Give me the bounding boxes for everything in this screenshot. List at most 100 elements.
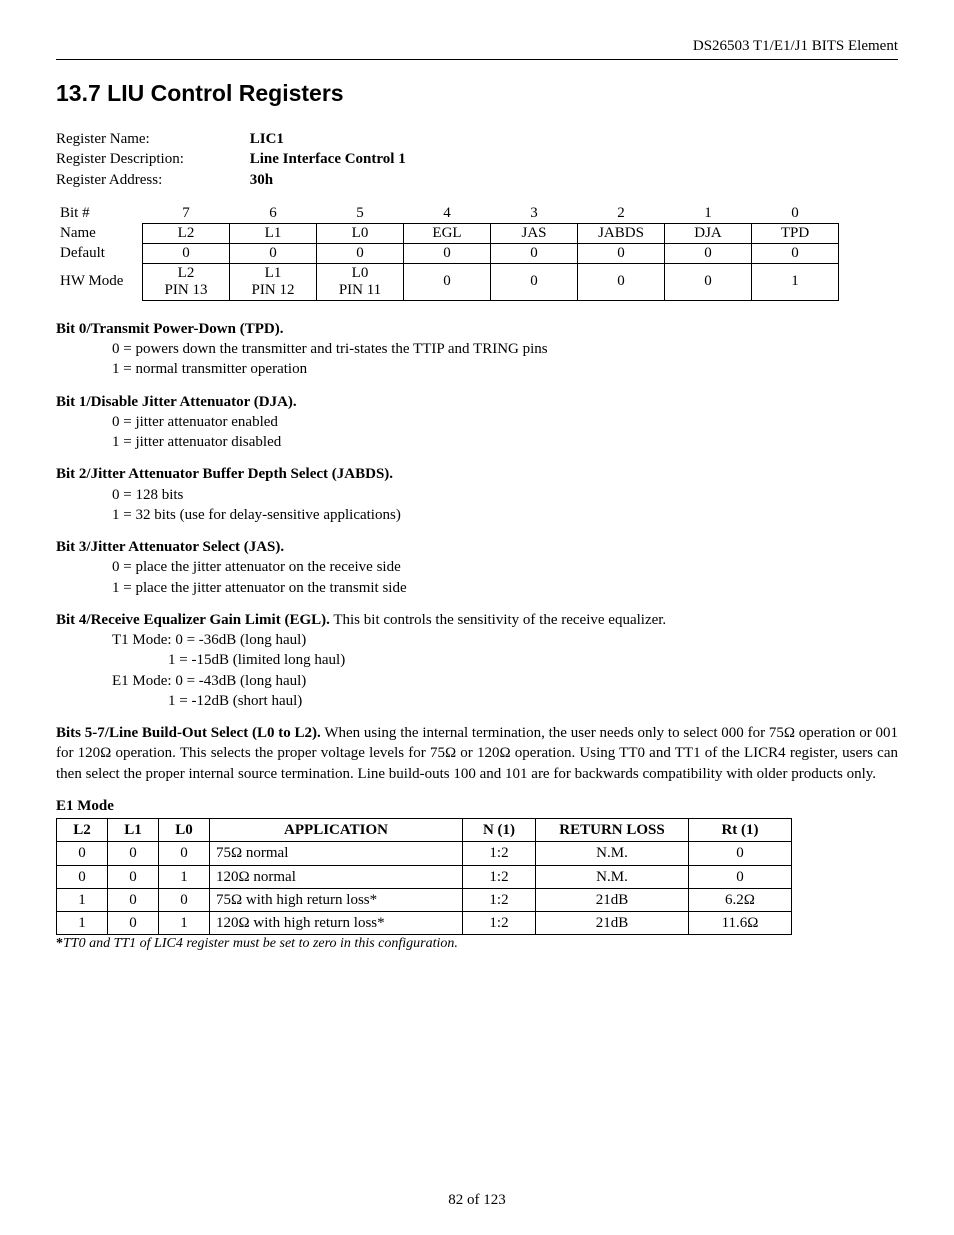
- e1-r1-app: 120Ω normal: [210, 865, 463, 888]
- e1-r3-l1: 0: [108, 912, 159, 935]
- bit-hw-0: 1: [752, 263, 839, 300]
- e1-r3-l2: 1: [57, 912, 108, 935]
- bits-label-bit: Bit #: [56, 204, 143, 224]
- e1-h-l0: L0: [159, 819, 210, 842]
- bit-name-4: EGL: [404, 223, 491, 243]
- bit57-title: Bits 5-7/Line Build-Out Select (L0 to L2…: [56, 725, 321, 741]
- bit-hw-5: L0PIN 11: [317, 263, 404, 300]
- bit1-line0: 0 = jitter attenuator enabled: [112, 412, 898, 432]
- reg-addr: 30h: [250, 172, 273, 188]
- e1-r0-app: 75Ω normal: [210, 842, 463, 865]
- section-heading: 13.7 LIU Control Registers: [56, 80, 898, 107]
- e1-r3-app: 120Ω with high return loss*: [210, 912, 463, 935]
- e1-mode-title: E1 Mode: [56, 796, 898, 816]
- e1-row-2: 1 0 0 75Ω with high return loss* 1:2 21d…: [57, 888, 792, 911]
- e1-r3-rl: 21dB: [536, 912, 689, 935]
- e1-r1-rt: 0: [689, 865, 792, 888]
- e1-r0-l2: 0: [57, 842, 108, 865]
- e1-r2-app: 75Ω with high return loss*: [210, 888, 463, 911]
- footnote-text: TT0 and TT1 of LIC4 register must be set…: [63, 936, 458, 951]
- bit-descriptions: Bit 0/Transmit Power-Down (TPD). 0 = pow…: [56, 319, 898, 954]
- e1-r0-n: 1:2: [463, 842, 536, 865]
- bit-name-1: DJA: [665, 223, 752, 243]
- bit4-t1-b: 1 = -15dB (limited long haul): [168, 650, 898, 670]
- bits-table: Bit # 7 6 5 4 3 2 1 0 Name L2 L1 L0 EGL …: [56, 204, 839, 301]
- e1-r2-l0: 0: [159, 888, 210, 911]
- bit-name-7: L2: [143, 223, 230, 243]
- bit-hw-2: 0: [578, 263, 665, 300]
- e1-h-l1: L1: [108, 819, 159, 842]
- bit0-line1: 1 = normal transmitter operation: [112, 359, 898, 379]
- bit3-title: Bit 3/Jitter Attenuator Select (JAS).: [56, 539, 284, 555]
- bit-hw-3: 0: [491, 263, 578, 300]
- reg-addr-label: Register Address:: [56, 170, 246, 190]
- e1-r2-l2: 1: [57, 888, 108, 911]
- bit-def-2: 0: [578, 243, 665, 263]
- bits-label-name: Name: [56, 223, 143, 243]
- bit0-title: Bit 0/Transmit Power-Down (TPD).: [56, 321, 283, 337]
- e1-r2-rl: 21dB: [536, 888, 689, 911]
- reg-name-label: Register Name:: [56, 129, 246, 149]
- bit-hw-6: L1PIN 12: [230, 263, 317, 300]
- e1-r1-l1: 0: [108, 865, 159, 888]
- reg-desc-label: Register Description:: [56, 149, 246, 169]
- bit4-e1-b: 1 = -12dB (short haul): [168, 691, 898, 711]
- doc-header: DS26503 T1/E1/J1 BITS Element: [56, 38, 898, 60]
- e1-r2-rt: 6.2Ω: [689, 888, 792, 911]
- bit-def-1: 0: [665, 243, 752, 263]
- bits-row-hwmode: HW Mode L2PIN 13 L1PIN 12 L0PIN 11 0 0 0…: [56, 263, 839, 300]
- bit-col-6: 6: [230, 204, 317, 224]
- e1-r0-l1: 0: [108, 842, 159, 865]
- bit4-title: Bit 4/Receive Equalizer Gain Limit (EGL)…: [56, 612, 330, 628]
- bit-hw-1: 0: [665, 263, 752, 300]
- bit-def-4: 0: [404, 243, 491, 263]
- e1-r3-n: 1:2: [463, 912, 536, 935]
- e1-footnote: *TT0 and TT1 of LIC4 register must be se…: [56, 935, 898, 954]
- bits-label-hw: HW Mode: [56, 263, 143, 300]
- page-number: 82 of 123: [0, 1192, 954, 1209]
- e1-row-1: 0 0 1 120Ω normal 1:2 N.M. 0: [57, 865, 792, 888]
- bit3-line0: 0 = place the jitter attenuator on the r…: [112, 557, 898, 577]
- bit-col-0: 0: [752, 204, 839, 224]
- bits-label-default: Default: [56, 243, 143, 263]
- e1-h-app: APPLICATION: [210, 819, 463, 842]
- bit-def-0: 0: [752, 243, 839, 263]
- footnote-star: *: [56, 936, 63, 951]
- e1-r1-rl: N.M.: [536, 865, 689, 888]
- e1-row-3: 1 0 1 120Ω with high return loss* 1:2 21…: [57, 912, 792, 935]
- bit-def-3: 0: [491, 243, 578, 263]
- reg-desc: Line Interface Control 1: [250, 151, 406, 167]
- e1-h-rl: RETURN LOSS: [536, 819, 689, 842]
- bit0-line0: 0 = powers down the transmitter and tri-…: [112, 339, 898, 359]
- bit-name-2: JABDS: [578, 223, 665, 243]
- register-info: Register Name: LIC1 Register Description…: [56, 129, 898, 190]
- e1-h-l2: L2: [57, 819, 108, 842]
- e1-r3-l0: 1: [159, 912, 210, 935]
- e1-h-n: N (1): [463, 819, 536, 842]
- e1-r3-rt: 11.6Ω: [689, 912, 792, 935]
- bit1-line1: 1 = jitter attenuator disabled: [112, 432, 898, 452]
- e1-r1-l2: 0: [57, 865, 108, 888]
- bit-name-6: L1: [230, 223, 317, 243]
- bit-def-5: 0: [317, 243, 404, 263]
- bit-def-7: 0: [143, 243, 230, 263]
- bit2-title: Bit 2/Jitter Attenuator Buffer Depth Sel…: [56, 466, 393, 482]
- bit-name-3: JAS: [491, 223, 578, 243]
- e1-mode-table: L2 L1 L0 APPLICATION N (1) RETURN LOSS R…: [56, 818, 792, 935]
- e1-r0-rt: 0: [689, 842, 792, 865]
- bit2-line0: 0 = 128 bits: [112, 485, 898, 505]
- e1-r2-l1: 0: [108, 888, 159, 911]
- bit-name-5: L0: [317, 223, 404, 243]
- e1-r1-l0: 1: [159, 865, 210, 888]
- bits-row-name: Name L2 L1 L0 EGL JAS JABDS DJA TPD: [56, 223, 839, 243]
- bit-hw-4: 0: [404, 263, 491, 300]
- e1-r2-n: 1:2: [463, 888, 536, 911]
- bit-col-7: 7: [143, 204, 230, 224]
- bit-col-2: 2: [578, 204, 665, 224]
- bit-name-0: TPD: [752, 223, 839, 243]
- bit-col-1: 1: [665, 204, 752, 224]
- bit-hw-7: L2PIN 13: [143, 263, 230, 300]
- bit-col-5: 5: [317, 204, 404, 224]
- bits-row-bitnum: Bit # 7 6 5 4 3 2 1 0: [56, 204, 839, 224]
- e1-r1-n: 1:2: [463, 865, 536, 888]
